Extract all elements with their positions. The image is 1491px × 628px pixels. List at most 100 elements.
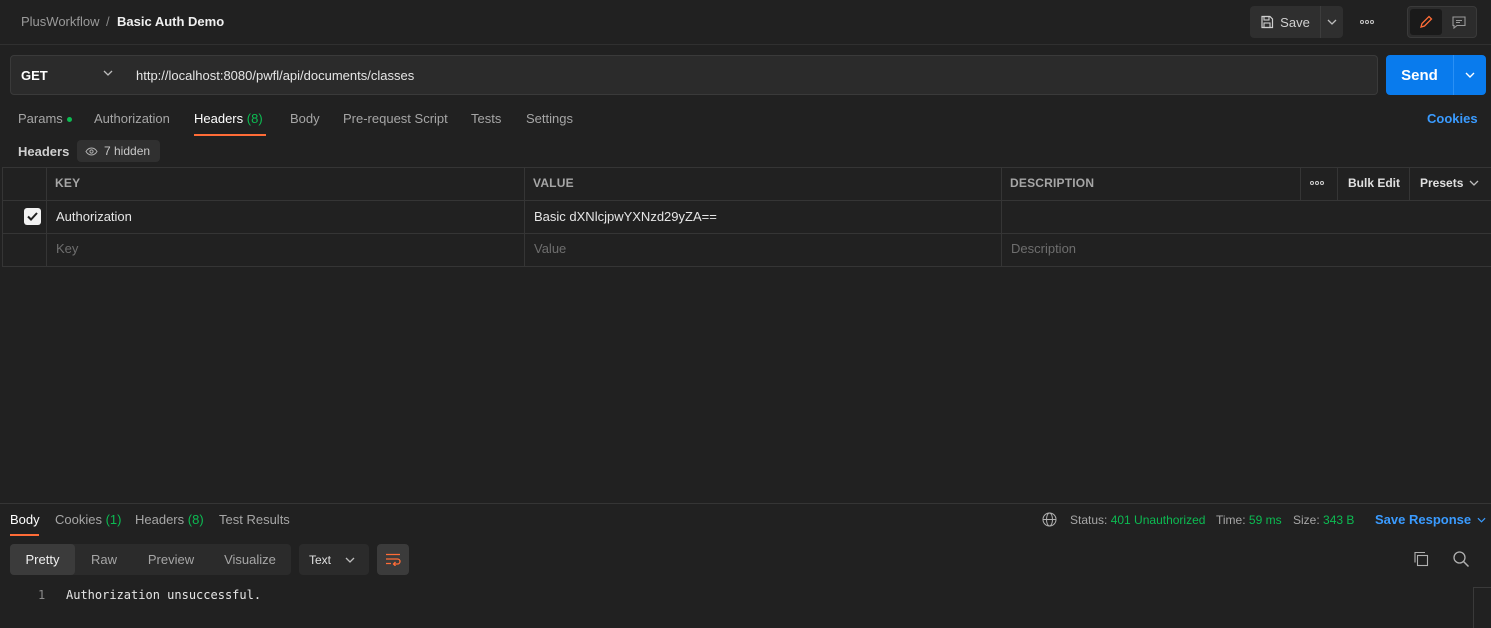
- tab-headers[interactable]: Headers (8): [194, 111, 263, 126]
- tab-settings[interactable]: Settings: [526, 111, 573, 126]
- response-status[interactable]: Status: 401 Unauthorized: [1070, 513, 1205, 527]
- table-border: [2, 200, 1491, 201]
- response-headers-count: (8): [187, 512, 204, 527]
- save-options-button[interactable]: [1320, 6, 1343, 38]
- bulk-edit-button[interactable]: Bulk Edit: [1348, 176, 1400, 190]
- response-cookies-count: (1): [105, 512, 122, 527]
- ellipsis-icon: [1310, 181, 1324, 185]
- header-value-cell[interactable]: Basic dXNlcjpwYXNzd29yZA==: [534, 209, 717, 224]
- url-value: http://localhost:8080/pwfl/api/documents…: [136, 67, 415, 83]
- line-number: 1: [38, 588, 46, 602]
- new-key-input[interactable]: Key: [56, 241, 78, 256]
- ellipsis-icon: [1360, 20, 1374, 24]
- table-border: [1300, 167, 1301, 200]
- active-tab-indicator: [194, 134, 266, 136]
- headers-section-title: Headers: [18, 144, 70, 159]
- response-view-switcher: Pretty Raw Preview Visualize: [10, 544, 291, 575]
- table-border: [2, 167, 1491, 168]
- search-response-button[interactable]: [1452, 550, 1470, 568]
- view-visualize-button[interactable]: Visualize: [211, 544, 289, 575]
- response-tab-headers[interactable]: Headers (8): [135, 512, 204, 527]
- response-tab-test-results[interactable]: Test Results: [219, 512, 290, 527]
- network-info-button[interactable]: [1042, 512, 1057, 527]
- status-value: 401 Unauthorized: [1110, 513, 1206, 527]
- size-label: Size:: [1293, 513, 1320, 527]
- send-button[interactable]: Send: [1386, 55, 1453, 95]
- view-mode-toggle: [1407, 6, 1477, 38]
- save-response-button[interactable]: Save Response: [1375, 512, 1486, 527]
- response-size[interactable]: Size: 343 B: [1293, 513, 1354, 527]
- send-options-button[interactable]: [1453, 55, 1486, 95]
- table-border: [2, 233, 1491, 234]
- edit-mode-button[interactable]: [1410, 9, 1442, 35]
- wrap-lines-icon: [386, 553, 401, 566]
- header-key-cell[interactable]: Authorization: [56, 209, 132, 224]
- time-value: 59 ms: [1248, 513, 1282, 527]
- cookies-link[interactable]: Cookies: [1427, 111, 1478, 126]
- pencil-icon: [1420, 15, 1433, 28]
- save-icon: [1261, 15, 1274, 29]
- table-options-button[interactable]: [1310, 176, 1324, 190]
- headers-table: [0, 167, 1491, 267]
- save-label: Save: [1280, 14, 1310, 30]
- wrap-lines-button[interactable]: [377, 544, 409, 575]
- table-border: [1409, 167, 1410, 200]
- status-label: Status:: [1070, 513, 1108, 527]
- check-icon: [27, 212, 38, 221]
- response-scrollbar[interactable]: [1473, 587, 1491, 628]
- chevron-down-icon: [1465, 72, 1475, 78]
- new-value-input[interactable]: Value: [534, 241, 566, 256]
- chevron-down-icon: [1327, 19, 1337, 25]
- response-format-select[interactable]: Text: [299, 544, 369, 575]
- comments-button[interactable]: [1444, 9, 1474, 35]
- save-response-label: Save Response: [1375, 512, 1472, 527]
- tab-params[interactable]: Params: [18, 111, 72, 126]
- response-tab-cookies-label: Cookies: [55, 512, 102, 527]
- view-preview-button[interactable]: Preview: [134, 544, 208, 575]
- table-border: [2, 167, 3, 267]
- save-button[interactable]: Save: [1250, 6, 1320, 38]
- top-bar: PlusWorkflow / Basic Auth Demo Save: [0, 0, 1491, 45]
- search-icon: [1453, 551, 1470, 568]
- comment-icon: [1452, 15, 1466, 29]
- response-tab-body[interactable]: Body: [10, 512, 40, 527]
- response-time[interactable]: Time: 59 ms: [1216, 513, 1282, 527]
- column-header-value: VALUE: [533, 176, 574, 190]
- copy-response-button[interactable]: [1412, 550, 1430, 568]
- header-enabled-checkbox[interactable]: [24, 208, 41, 225]
- size-value: 343 B: [1323, 513, 1355, 527]
- method-select[interactable]: GET: [10, 55, 126, 95]
- tab-authorization[interactable]: Authorization: [94, 111, 170, 126]
- url-input[interactable]: http://localhost:8080/pwfl/api/documents…: [125, 55, 1378, 95]
- method-value: GET: [21, 67, 48, 83]
- new-description-input[interactable]: Description: [1011, 241, 1076, 256]
- view-pretty-button[interactable]: Pretty: [10, 544, 75, 575]
- hidden-headers-toggle[interactable]: 7 hidden: [77, 140, 161, 162]
- presets-dropdown[interactable]: Presets: [1420, 176, 1479, 190]
- hidden-headers-count: 7 hidden: [104, 144, 151, 158]
- more-actions-button[interactable]: [1354, 10, 1380, 34]
- time-label: Time:: [1216, 513, 1246, 527]
- column-header-key: KEY: [55, 176, 81, 190]
- chevron-down-icon: [1477, 517, 1486, 523]
- tab-prerequest-script[interactable]: Pre-request Script: [343, 111, 448, 126]
- save-button-group: Save: [1250, 6, 1343, 38]
- view-raw-button[interactable]: Raw: [78, 544, 130, 575]
- response-pane-divider[interactable]: [0, 503, 1491, 504]
- presets-label: Presets: [1420, 176, 1464, 190]
- tab-tests[interactable]: Tests: [471, 111, 501, 126]
- response-tab-cookies[interactable]: Cookies (1): [55, 512, 121, 527]
- response-body-line[interactable]: Authorization unsuccessful.: [66, 588, 261, 602]
- table-border: [46, 167, 47, 267]
- breadcrumb-separator: /: [106, 14, 110, 29]
- tab-body[interactable]: Body: [290, 111, 320, 126]
- chevron-down-icon: [345, 557, 355, 563]
- column-header-description: DESCRIPTION: [1010, 176, 1095, 190]
- tab-headers-count: (8): [246, 111, 263, 126]
- send-button-group: Send: [1386, 55, 1486, 95]
- eye-icon: [85, 146, 98, 156]
- tab-headers-label: Headers: [194, 111, 244, 126]
- breadcrumb-collection[interactable]: PlusWorkflow: [21, 14, 100, 29]
- chevron-down-icon: [103, 70, 113, 76]
- request-title[interactable]: Basic Auth Demo: [117, 14, 224, 29]
